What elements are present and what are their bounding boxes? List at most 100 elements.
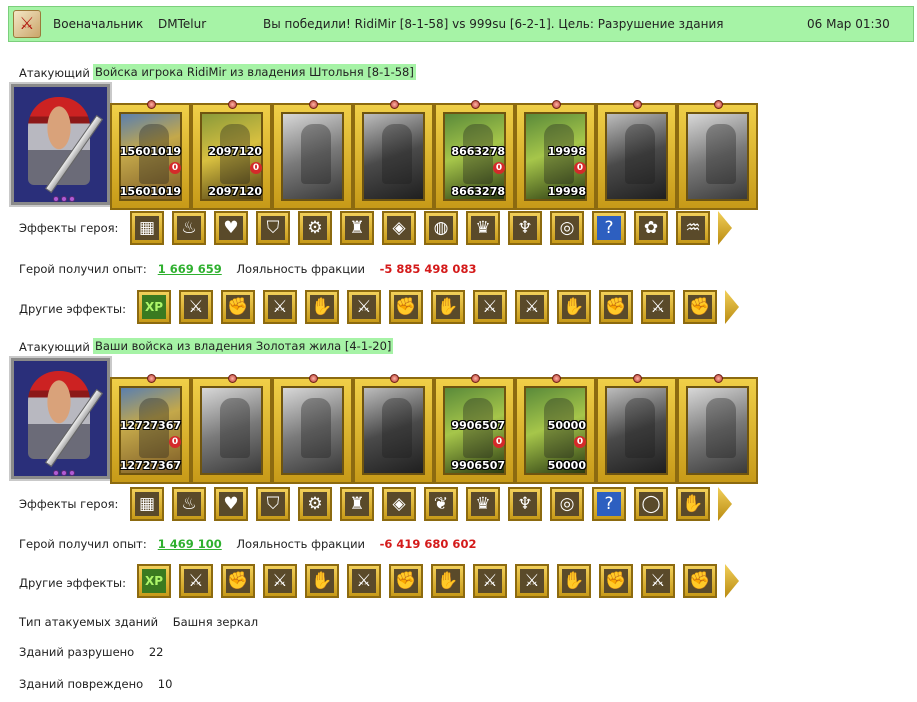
- other-effect-icon[interactable]: ⚔: [263, 564, 297, 598]
- hero-effect-icon[interactable]: ♜: [340, 487, 374, 521]
- hero-effect-icon[interactable]: ♥: [214, 211, 248, 245]
- other-effect-icon[interactable]: ✋: [557, 564, 591, 598]
- hero-effects-label: Эффекты героя:: [19, 497, 119, 511]
- pin-icon: [471, 374, 480, 383]
- troop-slot[interactable]: [596, 100, 677, 210]
- hero-effect-glyph: ✿: [639, 216, 663, 240]
- troop-count-before: 19998: [547, 145, 586, 158]
- hero-effect-glyph: ♛: [471, 216, 495, 240]
- other-effect-icon[interactable]: ⚔: [263, 290, 297, 324]
- other-effect-icon[interactable]: ✊: [683, 564, 717, 598]
- battle-datetime: 06 Мар 01:30: [807, 17, 890, 31]
- hero-effect-icon[interactable]: ♒: [676, 211, 710, 245]
- hero-portrait[interactable]: [9, 356, 112, 481]
- hero-effect-icon[interactable]: ▦: [130, 487, 164, 521]
- other-effect-icon[interactable]: ⚔: [179, 564, 213, 598]
- other-effect-icon[interactable]: ✋: [305, 564, 339, 598]
- hero-effect-icon[interactable]: ❦: [424, 487, 458, 521]
- hero-portrait[interactable]: [9, 82, 112, 207]
- other-effects-row: XP ⚔ ✊ ⚔ ✋ ⚔ ✊ ✋ ⚔ ⚔ ✋ ✊ ⚔ ✊: [137, 290, 739, 324]
- other-effect-icon[interactable]: ✊: [599, 290, 633, 324]
- troop-slot[interactable]: [596, 374, 677, 484]
- hero-effect-icon[interactable]: ♆: [508, 211, 542, 245]
- scroll-right-arrow-icon[interactable]: [718, 487, 732, 521]
- hero-effect-icon[interactable]: ✿: [634, 211, 668, 245]
- hero-effect-icon[interactable]: ♨: [172, 211, 206, 245]
- other-effect-icon[interactable]: ⚔: [347, 290, 381, 324]
- other-effect-icon[interactable]: ⚔: [347, 564, 381, 598]
- troop-slot[interactable]: 15601019 0 15601019: [110, 100, 191, 210]
- hero-effect-icon[interactable]: ◯: [634, 487, 668, 521]
- other-effect-icon[interactable]: ✋: [431, 564, 465, 598]
- hero-effect-icon[interactable]: ♛: [466, 487, 500, 521]
- hero-effect-icon[interactable]: ⚙: [298, 211, 332, 245]
- unit-figure-icon: [382, 124, 412, 184]
- player-name[interactable]: DMTelur: [158, 17, 206, 31]
- pin-icon: [552, 374, 561, 383]
- troop-slot[interactable]: 2097120 0 2097120: [191, 100, 272, 210]
- troop-slot[interactable]: 9906507 0 9906507: [434, 374, 515, 484]
- hero-effect-glyph: ♛: [471, 492, 495, 516]
- hero-effect-glyph: ♒: [681, 216, 705, 240]
- troop-slot[interactable]: [353, 100, 434, 210]
- troop-slot[interactable]: [272, 374, 353, 484]
- other-effect-icon[interactable]: ⚔: [641, 290, 675, 324]
- hero-effect-icon[interactable]: ♛: [466, 211, 500, 245]
- hero-effect-icon[interactable]: ?: [592, 211, 626, 245]
- hero-effect-icon[interactable]: ◎: [550, 487, 584, 521]
- troop-slot[interactable]: [677, 374, 758, 484]
- other-effect-icon[interactable]: ✊: [599, 564, 633, 598]
- other-effect-icon[interactable]: ✋: [557, 290, 591, 324]
- other-effect-icon[interactable]: ⚔: [515, 564, 549, 598]
- troop-slot[interactable]: [353, 374, 434, 484]
- scroll-right-arrow-icon[interactable]: [725, 290, 739, 324]
- other-effect-icon[interactable]: ✋: [305, 290, 339, 324]
- pin-icon: [471, 100, 480, 109]
- scroll-right-arrow-icon[interactable]: [718, 211, 732, 245]
- troop-slot[interactable]: 50000 0 50000: [515, 374, 596, 484]
- troop-slot[interactable]: 8663278 0 8663278: [434, 100, 515, 210]
- other-effect-icon[interactable]: ⚔: [473, 564, 507, 598]
- hero-effect-icon[interactable]: ◍: [424, 211, 458, 245]
- other-effect-icon[interactable]: ⚔: [515, 290, 549, 324]
- hero-effect-icon[interactable]: ⛉: [256, 211, 290, 245]
- other-effect-icon[interactable]: ⚔: [473, 290, 507, 324]
- troop-slot[interactable]: [272, 100, 353, 210]
- hero-effect-icon[interactable]: ◎: [550, 211, 584, 245]
- unit-figure-icon: [625, 124, 655, 184]
- hero-effect-icon[interactable]: ♆: [508, 487, 542, 521]
- other-effect-icon[interactable]: ✋: [431, 290, 465, 324]
- troop-count-after: 15601019: [119, 185, 181, 198]
- hero-effect-icon[interactable]: ✋: [676, 487, 710, 521]
- scroll-right-arrow-icon[interactable]: [725, 564, 739, 598]
- attacker-source: Ваши войска из владения Золотая жила [4-…: [93, 338, 394, 354]
- hero-effect-icon[interactable]: ⛉: [256, 487, 290, 521]
- pin-icon: [552, 100, 561, 109]
- other-effect-icon[interactable]: XP: [137, 564, 171, 598]
- other-effect-icon[interactable]: ⚔: [179, 290, 213, 324]
- hero-effect-icon[interactable]: ?: [592, 487, 626, 521]
- pin-icon: [147, 100, 156, 109]
- hero-effects-label: Эффекты героя:: [19, 221, 119, 235]
- troop-slot[interactable]: 12727367 0 12727367: [110, 374, 191, 484]
- hero-effect-icon[interactable]: ♨: [172, 487, 206, 521]
- other-effect-icon[interactable]: ✊: [221, 290, 255, 324]
- hero-effect-glyph: ♆: [513, 492, 537, 516]
- other-effect-icon[interactable]: ✊: [221, 564, 255, 598]
- other-effect-icon[interactable]: XP: [137, 290, 171, 324]
- troop-slot[interactable]: 19998 0 19998: [515, 100, 596, 210]
- hero-effect-icon[interactable]: ⚙: [298, 487, 332, 521]
- other-effect-icon[interactable]: ✊: [389, 564, 423, 598]
- other-effect-icon[interactable]: ✊: [389, 290, 423, 324]
- hero-effect-icon[interactable]: ♜: [340, 211, 374, 245]
- hero-effect-glyph: ♨: [177, 492, 201, 516]
- other-effect-icon[interactable]: ⚔: [641, 564, 675, 598]
- hero-effect-icon[interactable]: ▦: [130, 211, 164, 245]
- hero-effect-icon[interactable]: ◈: [382, 487, 416, 521]
- troop-portrait: [605, 112, 668, 201]
- troop-slot[interactable]: [677, 100, 758, 210]
- hero-effect-icon[interactable]: ♥: [214, 487, 248, 521]
- troop-slot[interactable]: [191, 374, 272, 484]
- hero-effect-icon[interactable]: ◈: [382, 211, 416, 245]
- other-effect-icon[interactable]: ✊: [683, 290, 717, 324]
